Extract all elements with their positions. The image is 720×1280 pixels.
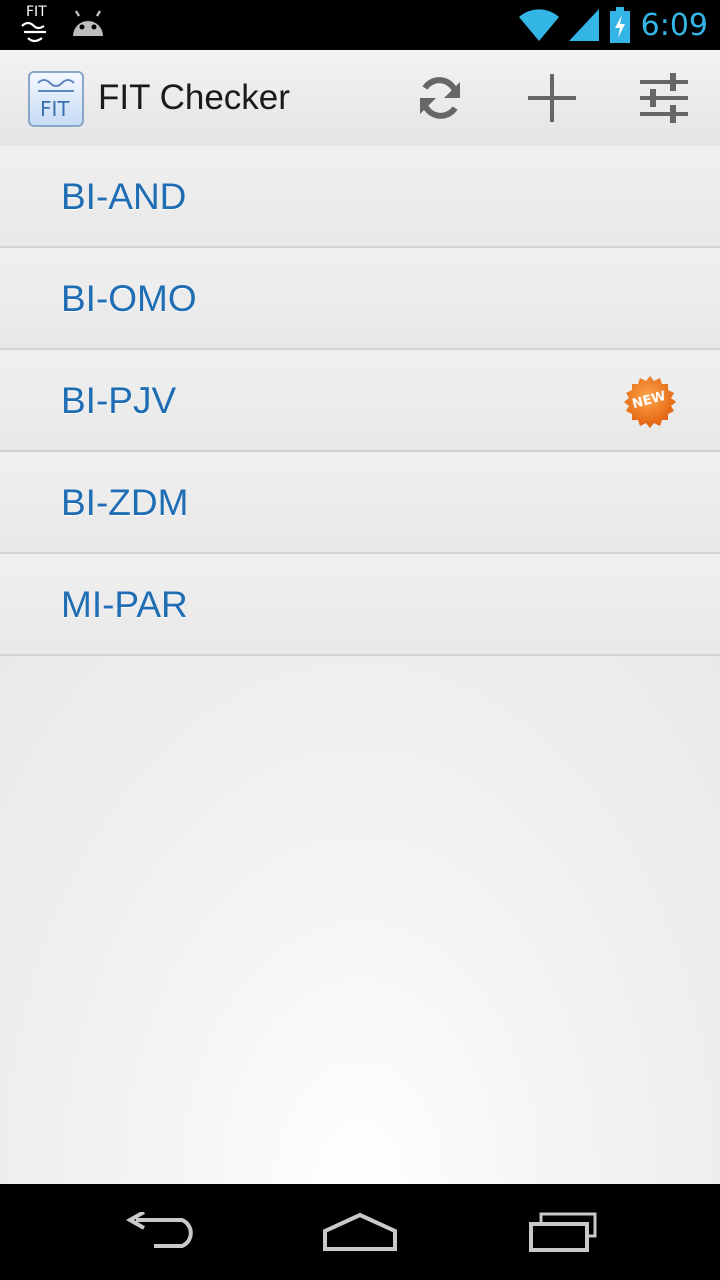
- app-logo-icon[interactable]: FIT: [28, 71, 84, 127]
- app-title: FIT Checker: [98, 78, 290, 117]
- fit-notification-icon: FIT: [18, 4, 56, 46]
- recent-apps-icon: [529, 1212, 597, 1252]
- list-item[interactable]: BI-OMO: [0, 248, 720, 350]
- list-item-label: BI-ZDM: [61, 482, 189, 523]
- list-item-label: BI-OMO: [61, 278, 197, 319]
- settings-button[interactable]: [632, 66, 696, 130]
- wifi-icon: [518, 9, 559, 41]
- home-icon: [323, 1212, 397, 1251]
- list-item-label: MI-PAR: [61, 584, 188, 625]
- action-bar: FIT FIT Checker: [0, 50, 720, 148]
- app-logo-text: FIT: [40, 97, 70, 121]
- android-icon: [70, 10, 106, 40]
- notification-icon-text: FIT: [26, 4, 47, 20]
- refresh-button[interactable]: [408, 66, 472, 130]
- navigation-bar: [0, 1184, 720, 1280]
- status-clock: 6:09: [640, 7, 708, 43]
- back-icon: [125, 1212, 193, 1248]
- home-button[interactable]: [315, 1204, 405, 1260]
- add-icon: [528, 74, 576, 122]
- signal-icon: [568, 9, 599, 41]
- new-badge: NEW: [622, 374, 678, 430]
- battery-charging-icon: [609, 7, 631, 43]
- list-empty-area: [0, 656, 720, 1184]
- back-button[interactable]: [115, 1204, 205, 1260]
- list-item[interactable]: BI-AND: [0, 146, 720, 248]
- settings-sliders-icon: [640, 73, 688, 123]
- list-item-label: BI-PJV: [61, 380, 177, 421]
- list-item[interactable]: BI-PJV NEW: [0, 350, 720, 452]
- list-item-label: BI-AND: [61, 176, 187, 217]
- list-item[interactable]: MI-PAR: [0, 554, 720, 656]
- list-item[interactable]: BI-ZDM: [0, 452, 720, 554]
- status-bar: FIT 6:09: [0, 0, 720, 50]
- add-button[interactable]: [520, 66, 584, 130]
- recent-apps-button[interactable]: [518, 1204, 608, 1260]
- subject-list: BI-AND BI-OMO BI-PJV NEW BI-ZDM MI-PAR: [0, 146, 720, 656]
- refresh-icon: [420, 77, 460, 119]
